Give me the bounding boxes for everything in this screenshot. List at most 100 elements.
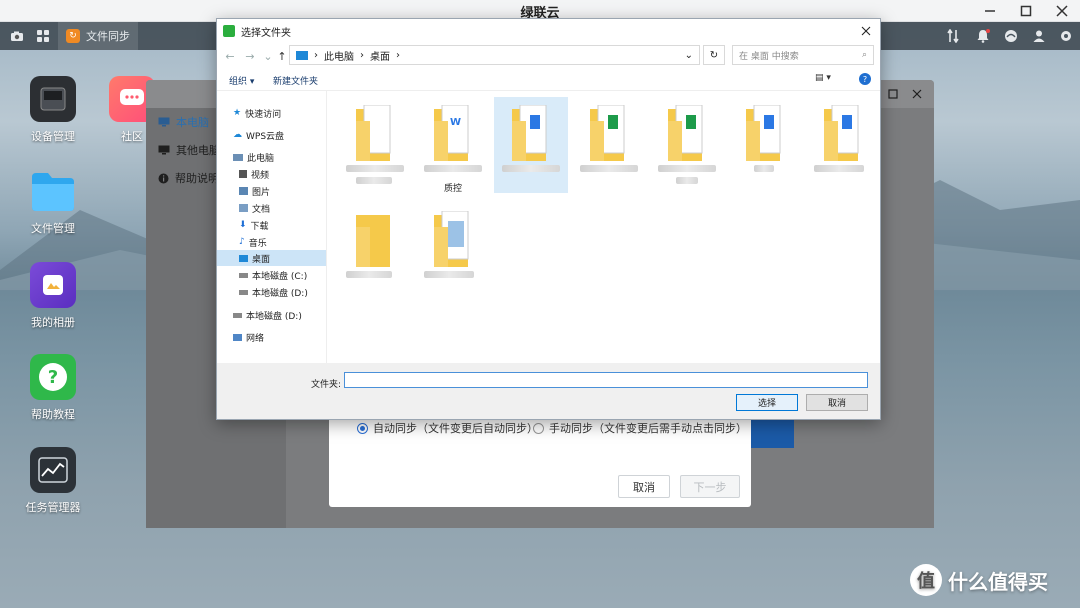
file-item-selected[interactable] — [494, 97, 568, 193]
address-dropdown-icon[interactable]: ⌄ — [685, 50, 693, 61]
nav-documents[interactable]: 文档 — [239, 200, 325, 216]
breadcrumb-desktop[interactable]: 桌面 — [370, 48, 390, 63]
nav-disk-d-root[interactable]: 本地磁盘 (D:) — [233, 307, 325, 323]
auto-sync-radio[interactable] — [357, 422, 368, 434]
sync-mode-dialog: 自动同步（文件变更后自动同步） 手动同步（文件变更后需手动点击同步） 取消 下一… — [329, 405, 751, 507]
folder-icon — [356, 105, 391, 161]
camera-icon[interactable] — [6, 26, 28, 46]
nav-label: 桌面 — [252, 254, 271, 265]
address-row: ← → ⌄ ↑ › 此电脑 › 桌面 › ⌄ ↻ 在 桌面 中搜索 ⌕ — [217, 45, 880, 67]
nav-quick-access[interactable]: ★ 快速访问 — [233, 105, 325, 121]
video-icon — [239, 170, 247, 178]
blurred-filename — [502, 165, 560, 172]
nav-label: 下载 — [250, 221, 269, 232]
cloud-sync-icon[interactable] — [1002, 27, 1020, 45]
monitor-icon — [158, 117, 170, 127]
file-item[interactable] — [338, 203, 412, 299]
user-icon[interactable] — [1030, 27, 1048, 45]
desktop-icon-label: 帮助教程 — [31, 408, 75, 421]
sync-maximize-button[interactable] — [882, 83, 904, 105]
close-icon — [861, 26, 871, 36]
task-manager-icon — [30, 447, 76, 493]
nav-label: 文档 — [252, 204, 271, 215]
info-icon — [158, 173, 169, 183]
watermark-text: 什么值得买 — [948, 569, 1048, 594]
file-item[interactable] — [806, 97, 880, 193]
folder-icon — [668, 105, 703, 161]
dialog-cancel-button[interactable]: 取消 — [806, 394, 868, 411]
back-arrow-icon[interactable]: ← — [223, 48, 237, 64]
picture-icon — [239, 187, 248, 195]
nav-music[interactable]: ♪ 音乐 — [239, 234, 325, 250]
file-item[interactable] — [650, 97, 724, 193]
cloud-icon: ☁ — [233, 130, 242, 140]
notification-bell-icon[interactable] — [974, 27, 992, 45]
apps-grid-icon[interactable] — [32, 26, 54, 46]
desktop-icon-device-manager[interactable]: 设备管理 — [18, 76, 88, 144]
desktop-icon-label: 文件管理 — [31, 222, 75, 235]
wizard-next-button[interactable]: 下一步 — [680, 475, 740, 498]
transfer-icon[interactable] — [944, 27, 962, 45]
nav-network[interactable]: 网络 — [233, 329, 325, 345]
address-bar[interactable]: › 此电脑 › 桌面 › ⌄ — [289, 45, 700, 65]
star-icon: ★ — [233, 108, 242, 118]
nav-disk-c[interactable]: 本地磁盘 (C:) — [239, 267, 325, 283]
desktop-icon-file-manager[interactable]: 文件管理 — [18, 168, 88, 236]
taskbar-file-sync[interactable]: ↻ 文件同步 — [58, 22, 138, 50]
blurred-filename — [424, 165, 482, 172]
desktop-icon-task-manager[interactable]: 任务管理器 — [18, 447, 88, 515]
folder-field-label: 文件夹: — [311, 380, 342, 390]
wechat-icon — [223, 25, 235, 37]
nav-label: 音乐 — [248, 238, 267, 249]
history-chevron-icon[interactable]: ⌄ — [261, 48, 275, 64]
manual-sync-option[interactable]: 手动同步（文件变更后需手动点击同步） — [533, 420, 747, 436]
desktop-icon-album[interactable]: 我的相册 — [18, 262, 88, 330]
file-item[interactable] — [338, 97, 412, 193]
blurred-filename — [346, 271, 392, 278]
select-button[interactable]: 选择 — [736, 394, 798, 411]
nav-wps-cloud[interactable]: ☁ WPS云盘 — [233, 127, 325, 143]
desktop-icon-label: 设备管理 — [31, 130, 75, 143]
settings-gear-icon[interactable] — [1057, 27, 1075, 45]
folder-icon — [590, 105, 625, 161]
forward-arrow-icon[interactable]: → — [243, 48, 257, 64]
refresh-button[interactable]: ↻ — [703, 45, 725, 65]
help-circle-icon[interactable]: ? — [859, 73, 871, 85]
file-item[interactable] — [728, 97, 802, 193]
wizard-cancel-button[interactable]: 取消 — [618, 475, 670, 498]
blurred-filename — [676, 177, 698, 184]
dialog-title: 选择文件夹 — [241, 27, 291, 39]
nav-downloads[interactable]: ⬇ 下载 — [239, 217, 325, 233]
minimize-button[interactable] — [972, 0, 1008, 22]
nav-disk-d[interactable]: 本地磁盘 (D:) — [239, 284, 325, 300]
dialog-close-button[interactable] — [852, 19, 880, 43]
album-icon — [30, 262, 76, 308]
search-icon: ⌕ — [861, 50, 867, 60]
view-options-icon[interactable]: ▤ ▾ — [815, 73, 831, 83]
up-arrow-icon[interactable]: ↑ — [275, 48, 289, 64]
desktop-icon-help[interactable]: ? 帮助教程 — [18, 354, 88, 422]
maximize-button[interactable] — [1008, 0, 1044, 22]
chevron-right-icon: › — [396, 49, 400, 61]
folder-icon — [30, 168, 76, 214]
close-window-button[interactable] — [1044, 0, 1080, 22]
nav-pictures[interactable]: 图片 — [239, 183, 325, 199]
nav-this-pc[interactable]: 此电脑 — [233, 149, 325, 165]
auto-sync-option[interactable]: 自动同步（文件变更后自动同步） — [357, 420, 538, 436]
file-item[interactable]: W 质控 — [416, 97, 490, 194]
svg-text:?: ? — [48, 367, 58, 388]
breadcrumb-this-pc[interactable]: 此电脑 — [324, 48, 354, 63]
manual-sync-radio[interactable] — [533, 422, 544, 434]
sidebar-item-label: 其他电脑 — [176, 144, 220, 157]
sidebar-item-label: 本电脑 — [176, 116, 209, 129]
music-icon: ♪ — [239, 237, 245, 247]
file-item[interactable] — [416, 203, 490, 299]
new-folder-button[interactable]: 新建文件夹 — [273, 74, 318, 87]
file-item[interactable] — [572, 97, 646, 193]
folder-name-input[interactable] — [344, 372, 868, 388]
sync-close-button[interactable] — [906, 83, 928, 105]
organize-menu[interactable]: 组织 ▾ — [229, 74, 254, 87]
search-input[interactable]: 在 桌面 中搜索 ⌕ — [732, 45, 874, 65]
nav-videos[interactable]: 视频 — [239, 166, 325, 182]
nav-desktop[interactable]: 桌面 — [217, 250, 326, 266]
